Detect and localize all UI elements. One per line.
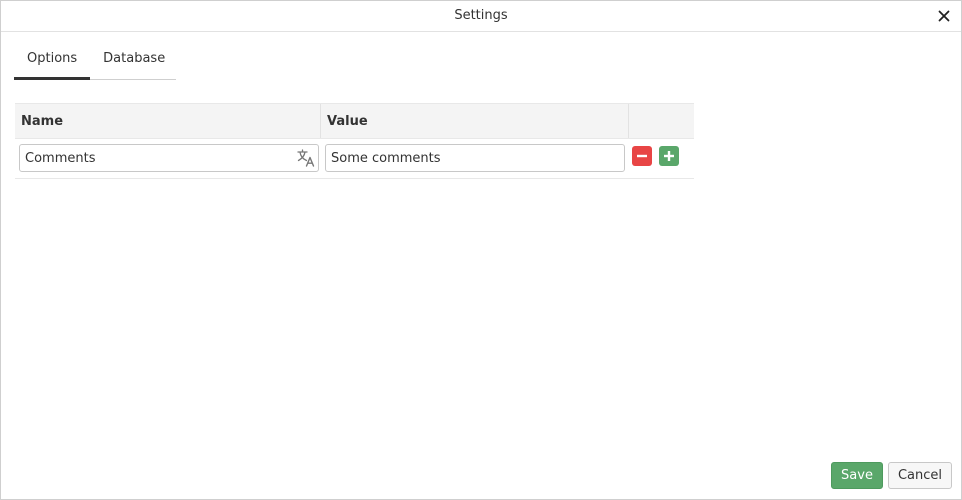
remove-row-button[interactable]	[632, 146, 652, 166]
minus-icon	[637, 154, 647, 158]
table-row	[15, 139, 694, 179]
translate-icon[interactable]	[296, 148, 316, 168]
tab-database[interactable]: Database	[90, 45, 178, 80]
column-header-value: Value	[321, 104, 629, 138]
plus-icon	[664, 151, 674, 161]
add-row-button[interactable]	[659, 146, 679, 166]
tab-options[interactable]: Options	[14, 45, 91, 80]
column-header-name: Name	[15, 104, 321, 138]
dialog-title: Settings	[454, 8, 508, 23]
settings-dialog: Settings Options Database Name Value Com…	[0, 0, 962, 500]
tab-bar: Options Database	[14, 45, 176, 80]
column-header-actions	[629, 104, 694, 138]
save-button[interactable]: Save	[831, 462, 883, 489]
value-field	[325, 144, 625, 172]
name-input[interactable]	[20, 145, 290, 171]
name-field	[19, 144, 319, 172]
close-icon	[938, 10, 950, 22]
close-button[interactable]	[933, 5, 955, 27]
value-input[interactable]	[326, 145, 624, 171]
dialog-titlebar: Settings	[1, 1, 961, 32]
options-grid: Name Value	[15, 103, 694, 179]
grid-header: Name Value	[15, 103, 694, 139]
cancel-button[interactable]: Cancel	[888, 462, 952, 489]
